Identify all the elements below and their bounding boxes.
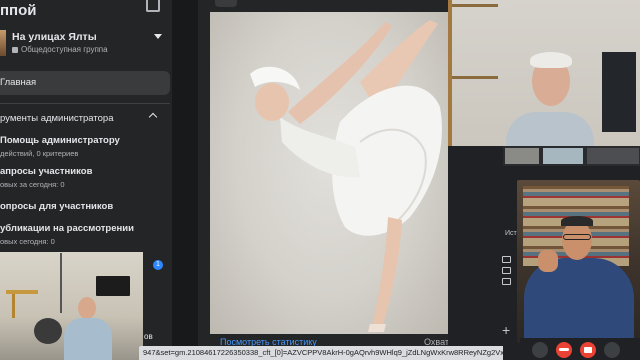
sidebar-item-pending-posts-sub: овых сегодня: 0 (0, 237, 55, 246)
lock-icon (12, 46, 18, 53)
self-jacket (524, 258, 634, 343)
group-privacy: Общедоступная группа (12, 45, 108, 54)
call-controls (520, 338, 640, 360)
tv-screen (96, 276, 130, 296)
add-icon[interactable]: + (502, 322, 510, 338)
participant-thumbnail[interactable] (587, 148, 639, 164)
group-avatar[interactable] (0, 30, 6, 56)
chevron-up-icon[interactable] (148, 112, 158, 122)
side-toolbar (502, 256, 516, 289)
divider (0, 103, 170, 104)
sidebar-item-member-requests-sub: овых за сегодня: 0 (0, 180, 65, 189)
camera-off-button[interactable] (580, 342, 596, 358)
microphone-button[interactable] (532, 342, 548, 358)
group-name[interactable]: На улицах Ялты (12, 31, 97, 43)
sidebar-item-member-questions[interactable]: опросы для участников (0, 201, 113, 212)
screen-icon[interactable] (502, 278, 511, 285)
sidebar-item-member-requests[interactable]: апросы участников (0, 166, 92, 177)
camera-icon[interactable] (502, 267, 511, 274)
participant-thumbnail[interactable] (543, 148, 583, 164)
camera-icon[interactable] (502, 256, 511, 263)
chevron-down-icon[interactable] (154, 34, 162, 39)
sidebar-item-pending-posts[interactable]: убликации на рассмотрении (0, 223, 134, 234)
self-hand (538, 250, 558, 272)
self-head (562, 220, 592, 260)
status-url-bar: 947&set=gm.21084617226350338_cft_[0]=AZV… (139, 346, 503, 360)
more-options-button[interactable] (604, 342, 620, 358)
hang-up-button[interactable] (556, 342, 572, 358)
participant-thumbnail[interactable] (505, 148, 539, 164)
sidebar-title: ппой (0, 2, 37, 19)
post-top-button[interactable] (215, 0, 237, 7)
notification-badge: 1 (153, 260, 163, 270)
sidebar-cut-text: ов (144, 332, 153, 341)
group-privacy-label: Общедоступная группа (21, 45, 108, 54)
participant-thumbnails[interactable] (503, 146, 640, 166)
inbox-icon[interactable] (146, 0, 160, 12)
admin-tools-header[interactable]: рументы администратора (0, 113, 113, 124)
ballerina-illustration (250, 20, 442, 332)
post-photo[interactable] (210, 12, 448, 334)
participant-head (78, 297, 96, 319)
participant-body (64, 318, 112, 360)
sidebar-item-home[interactable]: Главная (0, 71, 170, 95)
glasses (563, 234, 591, 240)
participant-video-tile[interactable] (0, 252, 143, 360)
sidebar-item-admin-assist-sub: действий, 0 критериев (0, 149, 79, 158)
sidebar-item-admin-assist[interactable]: Помощь администратору (0, 135, 120, 146)
